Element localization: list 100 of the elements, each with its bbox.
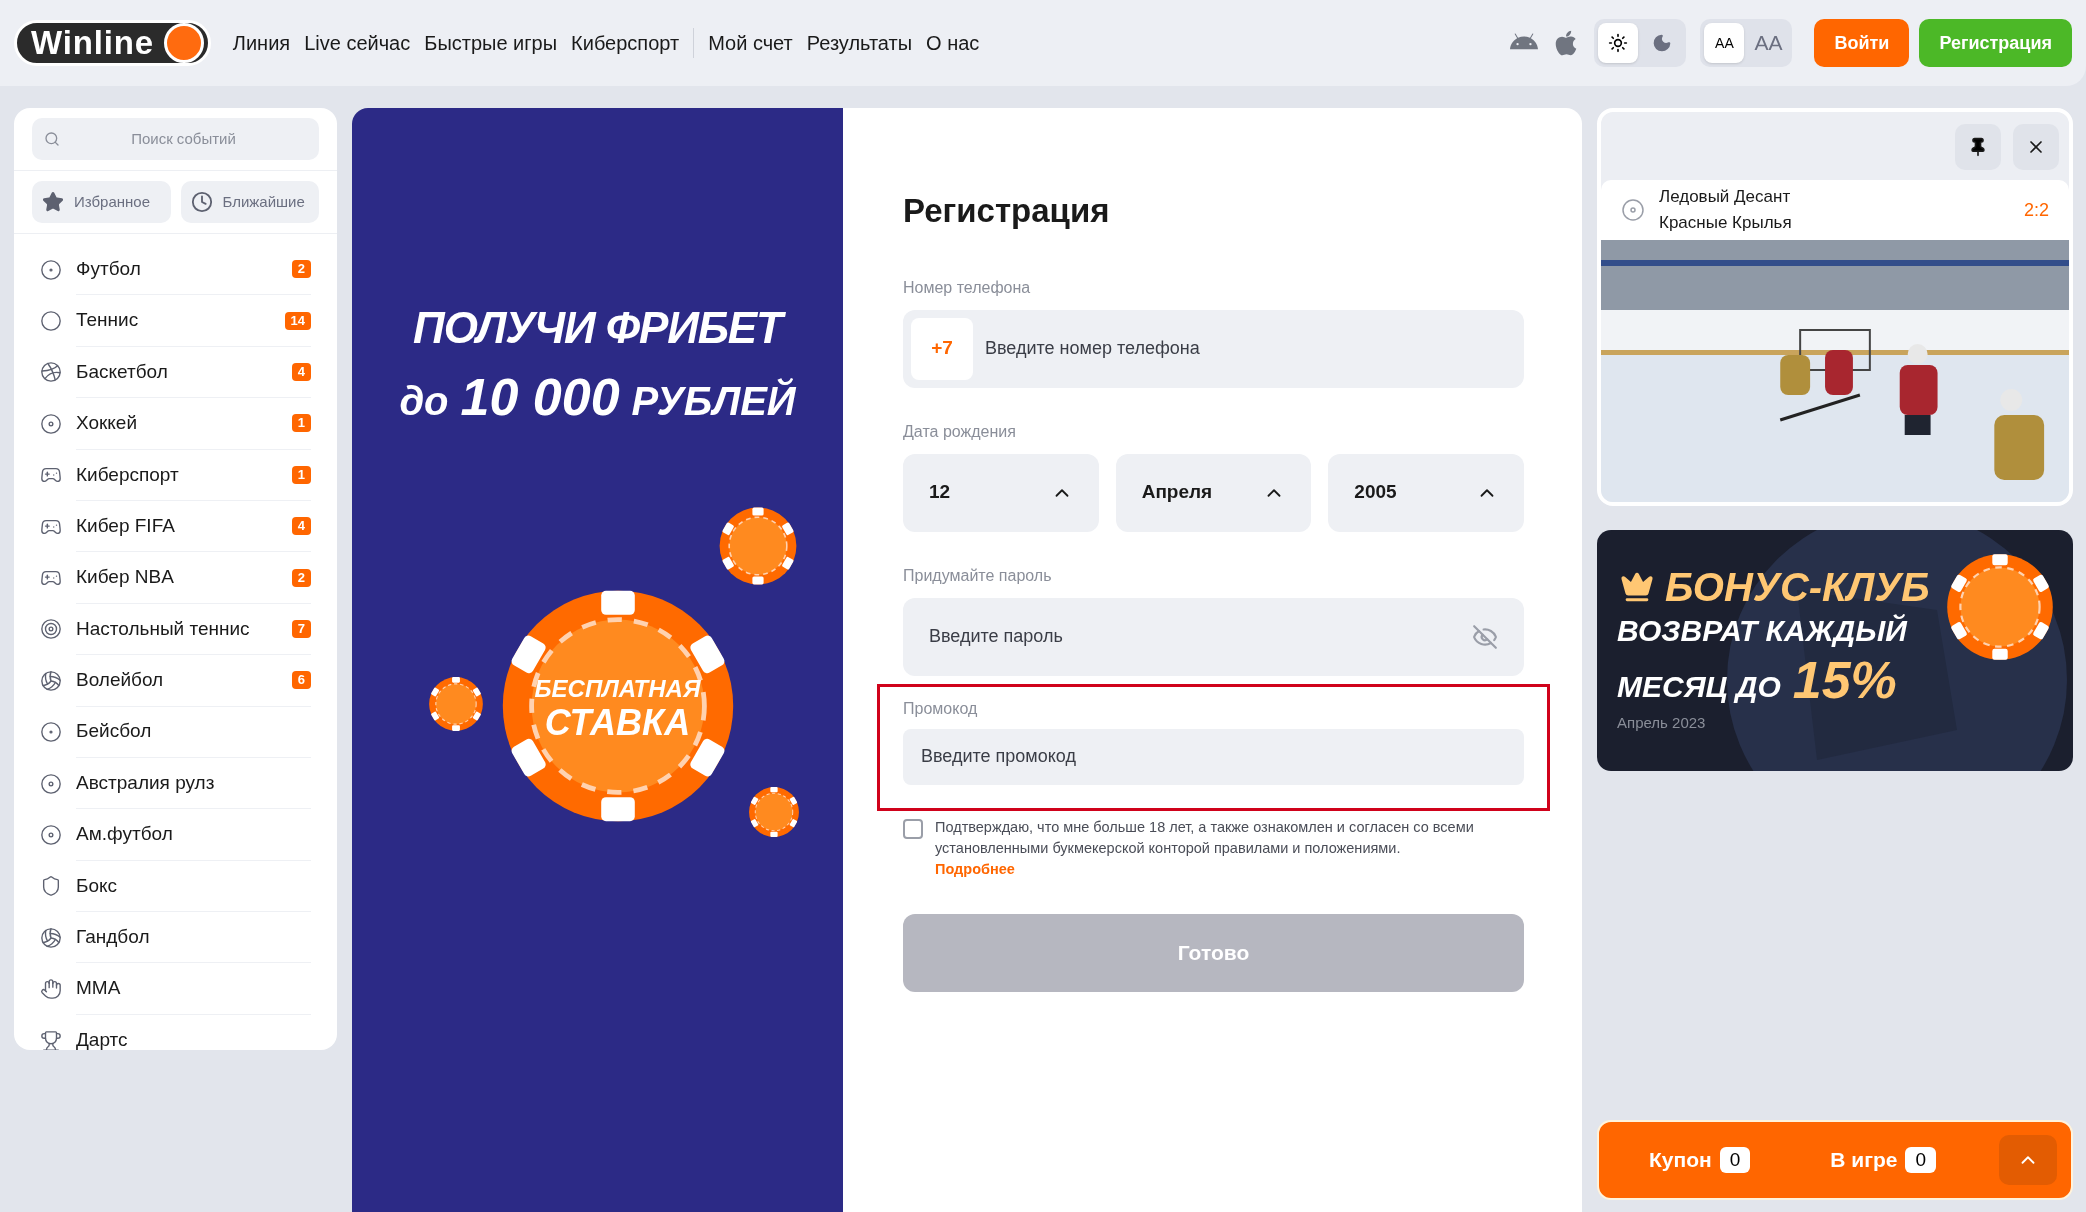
field-label: Промокод bbox=[903, 698, 979, 719]
sport-item[interactable]: Хоккей 1 bbox=[40, 398, 311, 450]
bonus-percent: 15% bbox=[1792, 652, 1897, 708]
nav-link[interactable]: Быстрые игры bbox=[424, 28, 558, 58]
event-count: 4 bbox=[291, 362, 311, 381]
banner-date: Апрель 2023 bbox=[1617, 713, 1707, 733]
country-code: +7 bbox=[911, 317, 973, 380]
sport-item[interactable]: Кибер NBA 2 bbox=[40, 552, 311, 604]
match-row[interactable]: Ледовый Десант Красные Крылья 2:2 bbox=[1601, 180, 2069, 240]
event-count: 2 bbox=[291, 568, 311, 587]
banner-subline: до bbox=[399, 378, 449, 425]
nav-link[interactable]: Линия bbox=[232, 28, 291, 58]
event-count: 7 bbox=[291, 619, 311, 638]
filter-button[interactable]: Ближайшие bbox=[180, 181, 319, 223]
sport-name: Бейсбол bbox=[76, 719, 153, 744]
pin-icon bbox=[1968, 137, 1988, 157]
sport-name: Баскетбол bbox=[76, 359, 169, 384]
font-size-toggle[interactable]: AA bbox=[1704, 23, 1745, 63]
coupon-tab[interactable]: Купон 0 bbox=[1649, 1144, 1751, 1176]
sport-item[interactable]: Волейбол 6 bbox=[40, 655, 311, 707]
close-button[interactable] bbox=[2013, 124, 2059, 170]
bonus-title: БОНУС-КЛУБ bbox=[1665, 564, 1930, 610]
sport-item[interactable]: Киберспорт 1 bbox=[40, 449, 311, 501]
sport-name: Бокс bbox=[76, 873, 119, 898]
chip-label: СТАВКА bbox=[544, 706, 691, 740]
ball-icon bbox=[40, 721, 62, 744]
team-name: Ледовый Десант bbox=[1659, 186, 1792, 208]
sport-item[interactable]: Футбол 2 bbox=[40, 244, 311, 296]
sport-item[interactable]: Бейсбол bbox=[40, 706, 311, 758]
sport-item[interactable]: MMA bbox=[40, 963, 311, 1015]
sport-name: MMA bbox=[76, 976, 122, 1001]
consent-text: Подтверждаю, что мне больше 18 лет, а также ознакомлен и согласен со всеми установленными букмекерской конторой правилами и положениями. bbox=[935, 817, 1475, 858]
nav-link[interactable]: Мой счет bbox=[708, 28, 793, 58]
event-count: 14 bbox=[284, 311, 311, 330]
event-count: 4 bbox=[291, 517, 311, 536]
font-size-toggle[interactable]: AA bbox=[1748, 23, 1789, 63]
sport-name: Волейбол bbox=[76, 668, 165, 693]
search-icon bbox=[44, 131, 60, 147]
sport-item[interactable]: Настольный теннис 7 bbox=[40, 603, 311, 656]
ball-icon bbox=[40, 361, 62, 384]
nav-link[interactable]: Киберспорт bbox=[571, 28, 680, 58]
ball-icon bbox=[40, 926, 62, 949]
field-label: Дата рождения bbox=[903, 421, 1017, 442]
ball-icon bbox=[40, 258, 62, 281]
clock-icon bbox=[190, 191, 213, 213]
sport-item[interactable]: Кибер FIFA 4 bbox=[40, 500, 311, 553]
nav-link[interactable]: Live сейчас bbox=[304, 28, 411, 58]
consent-checkbox[interactable] bbox=[903, 818, 923, 839]
date-select[interactable]: Апреля bbox=[1115, 453, 1312, 532]
sport-name: Кибер NBA bbox=[76, 565, 175, 590]
bonus-text: ВОЗВРАТ КАЖДЫЙ bbox=[1617, 613, 1909, 649]
field-label: Номер телефона bbox=[903, 277, 1032, 298]
date-select[interactable]: 12 bbox=[903, 453, 1099, 532]
sport-item[interactable]: Дартс bbox=[40, 1014, 311, 1050]
bonus-text: МЕСЯЦ ДО bbox=[1617, 669, 1781, 705]
sport-item[interactable]: Баскетбол 4 bbox=[40, 346, 311, 399]
fist-icon bbox=[40, 978, 62, 1001]
sport-name: Футбол bbox=[76, 256, 142, 281]
event-count: 1 bbox=[291, 465, 311, 484]
moon-icon bbox=[1652, 33, 1673, 53]
filter-button[interactable]: Избранное bbox=[32, 181, 171, 223]
sport-item[interactable]: Ам.футбол bbox=[40, 809, 311, 861]
nav-link[interactable]: Результаты bbox=[806, 28, 913, 58]
sport-name: Киберспорт bbox=[76, 462, 180, 487]
poker-chip-drawing bbox=[427, 676, 484, 732]
sun-icon bbox=[1608, 33, 1629, 53]
password-field[interactable]: Введите пароль bbox=[903, 597, 1524, 676]
sport-name: Кибер FIFA bbox=[76, 513, 176, 538]
event-count: 1 bbox=[291, 414, 311, 433]
field-label: Придумайте пароль bbox=[903, 565, 1053, 586]
date-select[interactable]: 2005 bbox=[1328, 453, 1524, 532]
sport-name: Гандбол bbox=[76, 925, 151, 949]
hidden-eye-icon[interactable] bbox=[1472, 623, 1498, 650]
banner-subline: РУБЛЕЙ bbox=[631, 377, 796, 425]
sport-item[interactable]: Бокс bbox=[40, 860, 311, 913]
sport-name: Настольный теннис bbox=[76, 616, 251, 641]
sport-name: Австралия рулз bbox=[76, 770, 216, 795]
promo-code-field[interactable]: Введите промокод bbox=[903, 728, 1524, 785]
poker-chip-drawing bbox=[747, 786, 800, 838]
sport-name: Дартс bbox=[76, 1028, 129, 1050]
star-icon bbox=[42, 191, 64, 213]
banner-amount: 10 000 bbox=[460, 367, 620, 428]
chip-label: БЕСПЛАТНАЯ bbox=[534, 674, 701, 704]
sport-item[interactable]: Австралия рулз bbox=[40, 757, 311, 810]
match-score: 2:2 bbox=[2023, 198, 2049, 222]
logo[interactable]: Winline bbox=[14, 20, 211, 66]
nav-link[interactable]: О нас bbox=[926, 28, 980, 58]
sport-name: Хоккей bbox=[76, 411, 139, 436]
event-count: 6 bbox=[291, 671, 311, 690]
sun-toggle[interactable] bbox=[1598, 23, 1639, 63]
coupon-tab[interactable]: В игре 0 bbox=[1830, 1144, 1937, 1176]
sport-name: Теннис bbox=[76, 308, 140, 333]
pin-button[interactable] bbox=[1955, 124, 2001, 170]
form-title: Регистрация bbox=[903, 191, 1111, 231]
team-name: Красные Крылья bbox=[1659, 212, 1793, 234]
sport-item[interactable]: Гандбол bbox=[40, 912, 311, 964]
volleyball-icon bbox=[40, 669, 62, 692]
ball-icon bbox=[40, 310, 62, 333]
sport-item[interactable]: Теннис 14 bbox=[40, 295, 311, 347]
event-count: 2 bbox=[291, 260, 311, 279]
